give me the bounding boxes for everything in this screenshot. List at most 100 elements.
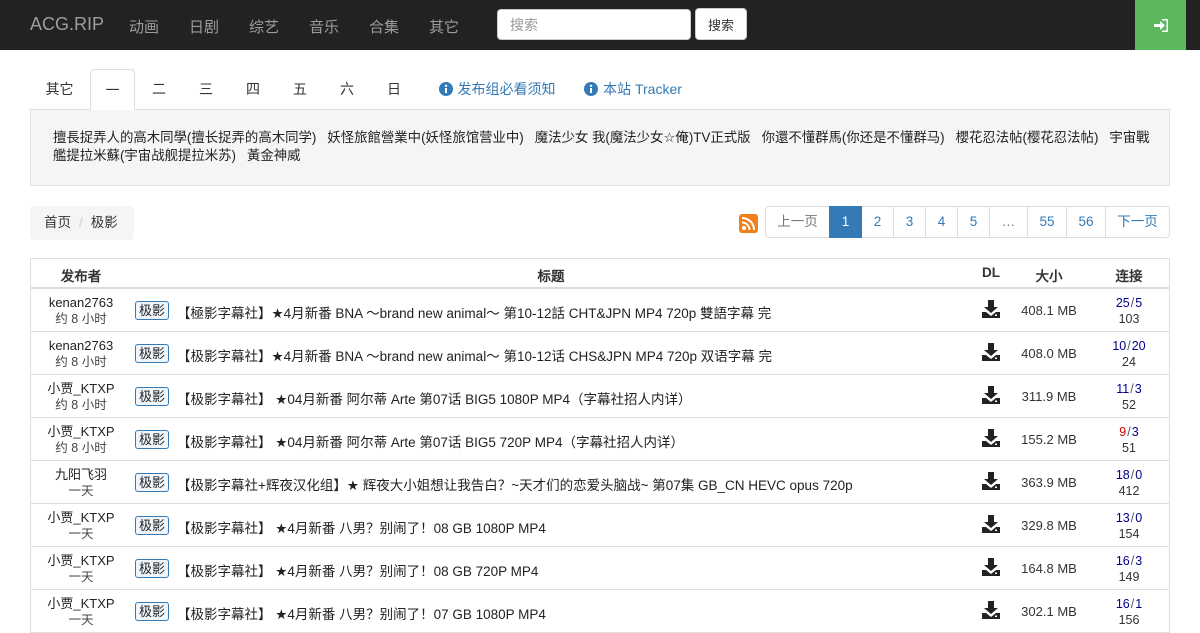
leechers-count: 1	[1135, 597, 1143, 611]
connections-cell: 25/5 103	[1096, 295, 1162, 327]
page-3[interactable]: 3	[893, 206, 926, 238]
download-icon[interactable]	[982, 558, 1000, 576]
file-size: 408.0 MB	[1021, 346, 1077, 361]
publish-time: 约 8 小时	[55, 355, 107, 369]
download-icon[interactable]	[982, 515, 1000, 533]
publisher-name[interactable]: 小贾_KTXP	[31, 596, 131, 612]
torrent-title[interactable]: 【极影字幕社】★4月新番 BNA ～brand new animal～ 第10-…	[177, 345, 772, 365]
show-link[interactable]: 魔法少女 我(魔法少女☆俺)TV正式版	[535, 130, 751, 145]
torrent-title[interactable]: 【極影字幕社】★4月新番 BNA ～brand new animal～ 第10-…	[177, 302, 771, 322]
torrent-title[interactable]: 【极影字幕社+辉夜汉化组】★ 辉夜大小姐想让我告白？~天才们的恋爱头脑战~ 第0…	[177, 474, 853, 494]
page-55[interactable]: 55	[1027, 206, 1067, 238]
tab-publisher-notice[interactable]: 发布组必看须知	[437, 69, 557, 110]
tab-wednesday[interactable]: 三	[183, 69, 229, 110]
download-icon[interactable]	[982, 300, 1000, 318]
table-row: 小贾_KTXP 约 8 小时 极影 【极影字幕社】 ★04月新番 阿尔蒂 Arte 第…	[31, 375, 1169, 418]
publisher-name[interactable]: 小贾_KTXP	[31, 510, 131, 526]
page-4[interactable]: 4	[925, 206, 958, 238]
nav-item-music[interactable]: 音乐	[309, 16, 339, 37]
download-icon[interactable]	[982, 429, 1000, 447]
publisher-name[interactable]: kenan2763	[31, 338, 131, 354]
team-tag[interactable]: 极影	[135, 473, 170, 492]
file-size: 408.1 MB	[1021, 303, 1077, 318]
publisher-name[interactable]: 小贾_KTXP	[31, 553, 131, 569]
seeders-count: 11	[1116, 382, 1130, 396]
nav-item-other[interactable]: 其它	[429, 16, 459, 37]
search-input[interactable]	[497, 9, 691, 40]
header-publisher: 发布者	[60, 269, 102, 284]
torrent-title[interactable]: 【极影字幕社】 ★4月新番 八男？别闹了！08 GB 720P MP4	[177, 560, 538, 580]
nav-item-collection[interactable]: 合集	[369, 16, 399, 37]
connections-cell: 10/20 24	[1096, 338, 1162, 370]
show-link[interactable]: 你還不懂群馬(你还是不懂群马)	[762, 130, 945, 145]
download-icon[interactable]	[982, 386, 1000, 404]
page-5[interactable]: 5	[957, 206, 990, 238]
torrent-title[interactable]: 【极影字幕社】 ★04月新番 阿尔蒂 Arte 第07话 BIG5 1080P …	[177, 388, 691, 408]
show-link[interactable]: 妖怪旅館營業中(妖怪旅馆营业中)	[327, 130, 523, 145]
team-tag[interactable]: 极影	[135, 387, 170, 406]
page-next[interactable]: 下一页	[1105, 206, 1170, 238]
nav-item-anime[interactable]: 动画	[129, 16, 159, 37]
tab-thursday[interactable]: 四	[230, 69, 276, 110]
publisher-cell: 九阳飞羽 一天	[31, 467, 131, 499]
breadcrumb-current: 极影	[90, 215, 118, 230]
completed-count: 52	[1122, 398, 1136, 412]
tab-saturday[interactable]: 六	[324, 69, 370, 110]
publisher-cell: 小贾_KTXP 一天	[31, 553, 131, 585]
tab-friday[interactable]: 五	[277, 69, 323, 110]
tab-tracker-label: 本站 Tracker	[603, 81, 682, 97]
connections-cell: 16/3 149	[1096, 553, 1162, 585]
table-header: 发布者 标题 DL 大小 连接	[31, 259, 1169, 289]
download-icon[interactable]	[982, 472, 1000, 490]
tab-sunday[interactable]: 日	[371, 69, 417, 110]
connections-cell: 11/3 52	[1096, 381, 1162, 413]
brand-logo[interactable]: ACG.RIP	[30, 14, 104, 35]
weekday-tabs: 其它 一 二 三 四 五 六 日 发布组必看须知 本站 Tracker	[30, 69, 1170, 110]
tab-tuesday[interactable]: 二	[136, 69, 182, 110]
table-row: 小贾_KTXP 一天 极影 【极影字幕社】 ★4月新番 八男？别闹了！07 GB 10…	[31, 590, 1169, 633]
nav-item-drama[interactable]: 日剧	[189, 16, 219, 37]
torrent-title[interactable]: 【极影字幕社】 ★4月新番 八男？别闹了！07 GB 1080P MP4	[177, 603, 546, 623]
team-tag[interactable]: 极影	[135, 602, 170, 621]
completed-count: 412	[1118, 484, 1140, 498]
search-button[interactable]: 搜索	[695, 8, 747, 40]
team-tag[interactable]: 极影	[135, 559, 170, 578]
page-1[interactable]: 1	[829, 206, 862, 238]
tab-monday[interactable]: 一	[90, 69, 135, 110]
publisher-name[interactable]: 小贾_KTXP	[31, 424, 131, 440]
rss-icon[interactable]	[739, 214, 758, 233]
publish-time: 一天	[68, 613, 94, 627]
file-size: 155.2 MB	[1021, 432, 1077, 447]
team-tag[interactable]: 极影	[135, 301, 170, 320]
show-link[interactable]: 擅長捉弄人的高木同學(擅长捉弄的高木同学)	[53, 130, 316, 145]
completed-count: 149	[1118, 570, 1140, 584]
show-link[interactable]: 櫻花忍法帖(樱花忍法帖)	[956, 130, 1099, 145]
publisher-name[interactable]: kenan2763	[31, 295, 131, 311]
page-56[interactable]: 56	[1066, 206, 1106, 238]
header-size: 大小	[1035, 269, 1063, 284]
download-icon[interactable]	[982, 343, 1000, 361]
table-row: kenan2763 约 8 小时 极影 【极影字幕社】★4月新番 BNA ～brand…	[31, 332, 1169, 375]
page-2[interactable]: 2	[861, 206, 894, 238]
team-tag[interactable]: 极影	[135, 430, 170, 449]
breadcrumb-home[interactable]: 首页	[44, 215, 71, 230]
download-icon[interactable]	[982, 601, 1000, 619]
publisher-cell: kenan2763 约 8 小时	[31, 295, 131, 327]
team-tag[interactable]: 极影	[135, 516, 170, 535]
tab-tracker[interactable]: 本站 Tracker	[583, 69, 683, 110]
team-tag[interactable]: 极影	[135, 344, 170, 363]
completed-count: 156	[1118, 613, 1140, 627]
table-row: 小贾_KTXP 一天 极影 【极影字幕社】 ★4月新番 八男？别闹了！08 GB 10…	[31, 504, 1169, 547]
publish-time: 一天	[68, 527, 94, 541]
tab-other[interactable]: 其它	[30, 69, 89, 110]
publisher-name[interactable]: 九阳飞羽	[31, 467, 131, 483]
file-size: 302.1 MB	[1021, 604, 1077, 619]
publisher-name[interactable]: 小贾_KTXP	[31, 381, 131, 397]
torrent-title[interactable]: 【极影字幕社】 ★4月新番 八男？别闹了！08 GB 1080P MP4	[177, 517, 546, 537]
table-row: kenan2763 约 8 小时 极影 【極影字幕社】★4月新番 BNA ～brand…	[31, 289, 1169, 332]
page-prev[interactable]: 上一页	[765, 206, 830, 238]
login-button[interactable]	[1135, 0, 1186, 50]
show-link[interactable]: 黃金神威	[247, 148, 301, 163]
nav-item-variety[interactable]: 综艺	[249, 16, 279, 37]
torrent-title[interactable]: 【极影字幕社】 ★04月新番 阿尔蒂 Arte 第07话 BIG5 720P M…	[177, 431, 684, 451]
